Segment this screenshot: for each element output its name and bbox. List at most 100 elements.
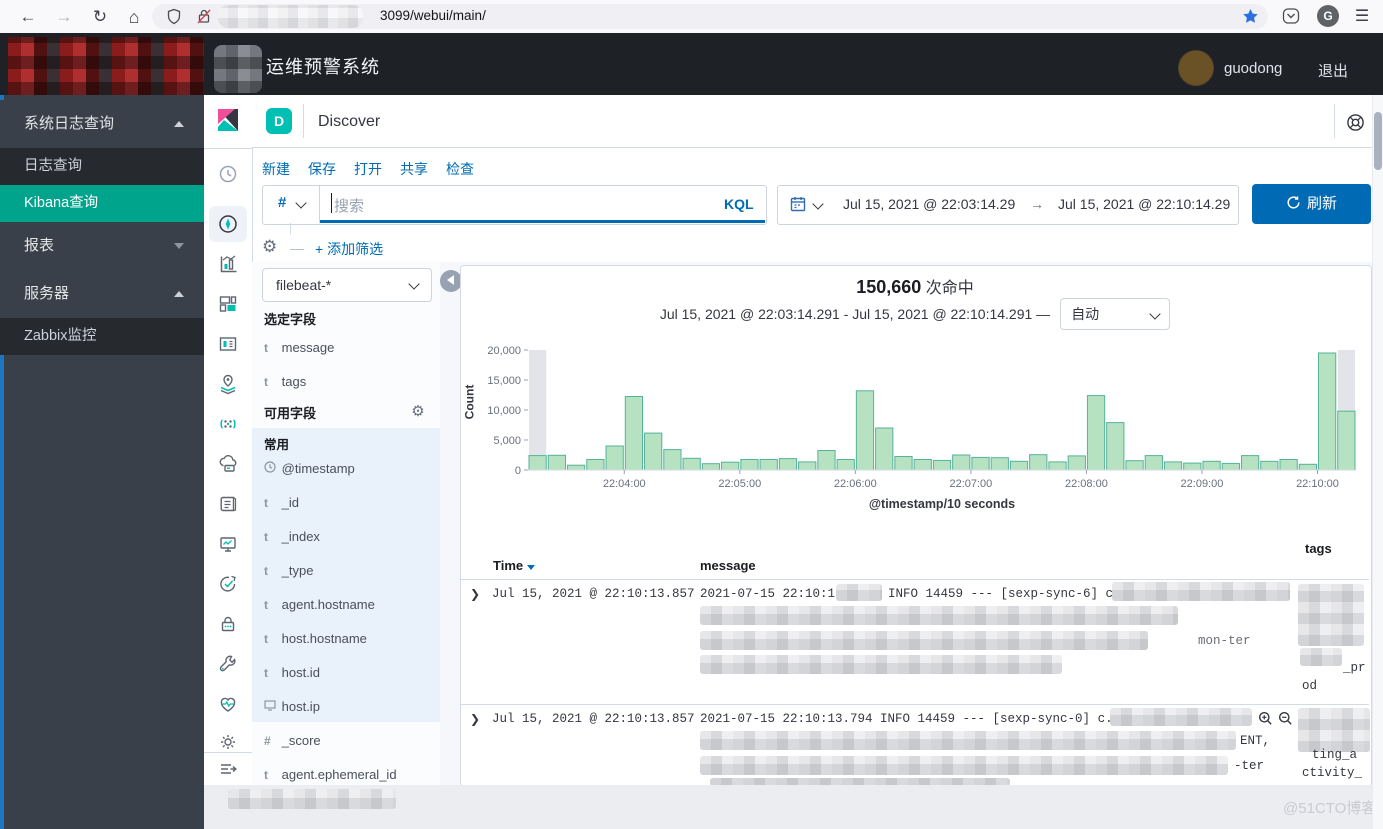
logs-icon[interactable]	[217, 493, 239, 515]
sidebar-item-zabbix[interactable]: Zabbix监控	[0, 318, 204, 355]
kql-button[interactable]: KQL	[724, 196, 754, 212]
field-tags[interactable]: t tags	[264, 374, 306, 394]
field-host-hostname[interactable]: t host.hostname	[264, 631, 367, 651]
calendar-icon[interactable]	[789, 195, 807, 218]
sidebar-item-servers[interactable]: 服务器	[0, 270, 204, 318]
scrollbar-thumb[interactable]	[1374, 112, 1382, 170]
time-start[interactable]: Jul 15, 2021 @ 22:03:14.29	[843, 196, 1015, 212]
filter-for-icon[interactable]	[1258, 711, 1273, 726]
input-focus-underline	[320, 220, 765, 223]
app-logo-blurred	[214, 45, 262, 93]
apm-icon[interactable]	[217, 453, 239, 475]
field-index[interactable]: t _index	[264, 529, 320, 549]
divider	[303, 104, 304, 138]
security-lock-icon[interactable]	[217, 613, 239, 635]
filter-out-icon[interactable]	[1278, 711, 1293, 726]
url-text: 3099/webui/main/	[380, 8, 486, 23]
management-gear-icon[interactable]	[217, 731, 239, 753]
field-settings-gear-icon[interactable]: ⚙	[406, 400, 430, 424]
dashboard-icon[interactable]	[217, 293, 239, 315]
url-blur	[218, 5, 363, 28]
new-button[interactable]: 新建	[262, 159, 290, 179]
add-filter-button[interactable]: + 添加筛选	[315, 239, 383, 259]
visualize-icon[interactable]	[217, 253, 239, 275]
metrics-icon[interactable]	[217, 533, 239, 555]
svg-text:22:10:00: 22:10:00	[1296, 478, 1339, 490]
sidebar-item-kibana-query[interactable]: Kibana查询	[0, 185, 204, 222]
filter-language-menu[interactable]	[262, 185, 320, 223]
expand-row-icon[interactable]: ❯	[470, 587, 480, 601]
shield-icon[interactable]	[166, 8, 182, 30]
rail-divider	[204, 752, 252, 753]
kibana-logo[interactable]	[213, 105, 243, 135]
svg-text:10,000: 10,000	[487, 405, 521, 417]
hits-range-line: Jul 15, 2021 @ 22:03:14.291 - Jul 15, 20…	[460, 298, 1370, 330]
canvas-icon[interactable]	[217, 333, 239, 355]
save-button[interactable]: 保存	[308, 159, 336, 179]
inspect-button[interactable]: 检查	[446, 159, 474, 179]
filter-gear-icon[interactable]: ⚙	[262, 237, 277, 257]
sidebar-item-log-query[interactable]: 日志查询	[0, 148, 204, 185]
column-header-tags[interactable]: tags	[1305, 541, 1332, 556]
kibana-nav-rail	[204, 95, 253, 785]
forward-icon[interactable]: →	[52, 5, 76, 29]
insecure-lock-icon[interactable]	[196, 8, 212, 30]
logout-button[interactable]: 退出	[1318, 60, 1348, 81]
time-end[interactable]: Jul 15, 2021 @ 22:10:14.29	[1058, 196, 1230, 212]
row-message-fragment: -ter	[1234, 759, 1264, 773]
redacted-text	[700, 731, 1236, 750]
maps-icon[interactable]	[217, 373, 239, 395]
dev-tools-icon[interactable]	[217, 653, 239, 675]
company-logo-blurred	[8, 37, 204, 95]
column-header-message[interactable]: message	[700, 558, 756, 573]
reload-icon[interactable]: ↻	[88, 5, 112, 29]
bookmark-star-icon[interactable]	[1242, 8, 1259, 30]
field-timestamp[interactable]: @timestamp	[264, 461, 355, 481]
field-type[interactable]: t _type	[264, 563, 313, 583]
row-tag-fragment: ting_a	[1312, 748, 1357, 762]
user-avatar[interactable]	[1178, 50, 1214, 86]
back-icon[interactable]: ←	[16, 5, 40, 29]
row-message-fragment: 2021-07-15 22:10:13.794 INFO 14459 --- […	[700, 712, 1120, 726]
refresh-button[interactable]: 刷新	[1252, 184, 1371, 224]
share-button[interactable]: 共享	[400, 159, 428, 179]
index-pattern-select[interactable]: filebeat-*	[262, 268, 432, 302]
search-input[interactable]: 搜索	[334, 195, 364, 216]
field-host-id[interactable]: t host.id	[264, 665, 320, 685]
sidebar-item-syslog-query[interactable]: 系统日志查询	[0, 100, 204, 148]
histogram-chart: 05,00010,00015,00020,00022:04:0022:05:00…	[480, 346, 1365, 516]
expand-row-icon[interactable]: ❯	[470, 712, 480, 726]
menu-icon[interactable]: ☰	[1350, 5, 1374, 29]
collapse-sidebar-button[interactable]	[440, 270, 462, 292]
url-bar[interactable]: 3099/webui/main/	[152, 4, 1268, 29]
open-button[interactable]: 打开	[354, 159, 382, 179]
screen: ← → ↻ ⌂ 3099/webui/main/ G ☰ 运维预警系统 gu	[0, 0, 1383, 829]
column-header-time[interactable]: Time	[493, 558, 535, 573]
space-badge[interactable]: D	[266, 108, 292, 134]
field-score[interactable]: # _score	[264, 733, 321, 753]
field-agent-ephemeral-id[interactable]: t agent.ephemeral_id	[264, 767, 397, 787]
row-message-fragment: ENT,	[1240, 734, 1270, 748]
field-id[interactable]: t _id	[264, 495, 299, 515]
svg-text:20,000: 20,000	[487, 346, 521, 357]
home-icon[interactable]: ⌂	[122, 5, 146, 29]
profile-avatar[interactable]: G	[1317, 5, 1339, 27]
recently-viewed-icon[interactable]	[217, 163, 239, 185]
monitoring-icon[interactable]	[217, 693, 239, 715]
discover-icon[interactable]	[217, 213, 239, 235]
collapse-nav-icon[interactable]	[217, 758, 239, 780]
row-message-fragment: 2021-07-15 22:10:1	[700, 587, 835, 601]
text-caret	[331, 193, 332, 213]
field-message[interactable]: t message	[264, 340, 334, 360]
machine-learning-icon[interactable]	[217, 413, 239, 435]
pocket-icon[interactable]	[1281, 6, 1301, 31]
selected-fields-title: 选定字段	[264, 309, 316, 328]
redacted-text	[700, 631, 1148, 650]
scrollbar-track[interactable]	[1372, 95, 1383, 829]
sidebar-item-reports[interactable]: 报表	[0, 222, 204, 270]
interval-select[interactable]: 自动	[1060, 298, 1170, 330]
help-icon[interactable]	[1345, 112, 1366, 138]
uptime-icon[interactable]	[217, 573, 239, 595]
field-host-ip[interactable]: host.ip	[264, 699, 320, 719]
field-agent-hostname[interactable]: t agent.hostname	[264, 597, 375, 617]
